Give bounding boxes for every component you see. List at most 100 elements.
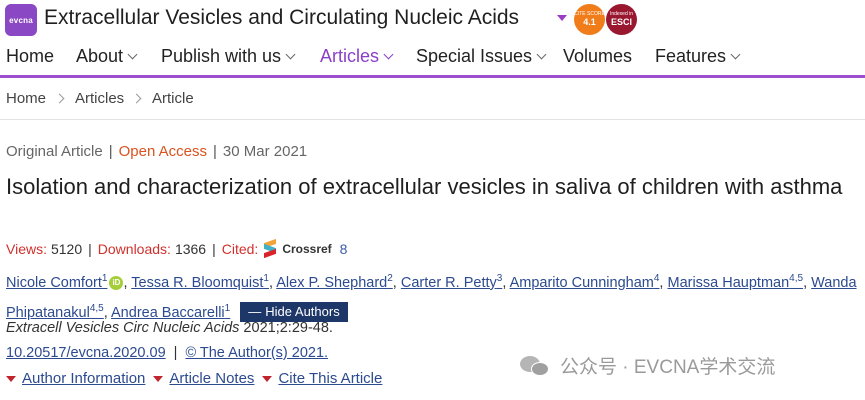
chevron-down-icon	[127, 49, 138, 60]
nav-label: Features	[655, 46, 727, 66]
doi-link[interactable]: 10.20517/evcna.2020.09	[6, 345, 166, 361]
journal-logo[interactable]: evcna	[5, 4, 37, 36]
orcid-icon[interactable]: iD	[109, 275, 124, 290]
chevron-down-icon	[285, 49, 296, 60]
affiliation-sup: 3	[496, 273, 503, 284]
cited-count[interactable]: 8	[340, 241, 348, 257]
nav-articles[interactable]: Articles	[320, 46, 394, 67]
breadcrumb-articles[interactable]: Articles	[75, 90, 124, 107]
affiliation-sup: 2	[387, 273, 393, 284]
main-nav: Home About Publish with us Articles Spec…	[0, 42, 865, 78]
esci-badge[interactable]: Indexed in ESCI	[606, 4, 637, 35]
chevron-down-icon	[536, 49, 547, 60]
badge-value: 4.1	[583, 17, 596, 27]
article-stats: Views: 5120 | Downloads: 1366 | Cited: C…	[6, 238, 348, 259]
author-link[interactable]: Amparito Cunningham4	[509, 273, 660, 291]
badge-value: ESCI	[610, 17, 632, 27]
downloads-label: Downloads:	[97, 241, 171, 257]
journal-dropdown-icon[interactable]	[557, 15, 567, 21]
hide-authors-button[interactable]: — Hide Authors	[240, 301, 348, 322]
chevron-down-icon	[730, 49, 741, 60]
nav-label: Special Issues	[416, 46, 533, 66]
article-meta: Original Article | Open Access | 30 Mar 2021	[6, 143, 307, 160]
article-notes-toggle[interactable]: Article Notes	[153, 370, 254, 387]
nav-label: Publish with us	[161, 46, 282, 66]
nav-publish[interactable]: Publish with us	[161, 46, 296, 67]
nav-volumes[interactable]: Volumes	[563, 46, 632, 67]
caret-down-icon	[6, 375, 16, 382]
affiliation-sup: 4	[653, 273, 660, 284]
affiliation-sup: 1	[101, 273, 108, 284]
caret-down-icon	[262, 375, 273, 382]
author-list: Nicole Comfort1 iD, Tessa R. Bloomquist1,…	[6, 273, 857, 322]
affiliation-sup: 1	[224, 302, 231, 314]
top-bar: evcna Extracellular Vesicles and Circula…	[0, 0, 865, 40]
chevron-right-icon	[131, 93, 142, 104]
author-link[interactable]: Tessa R. Bloomquist1	[131, 273, 269, 291]
author-link[interactable]: Marissa Hauptman4,5	[667, 273, 804, 291]
affiliation-sup: 1	[263, 273, 269, 284]
author-name: Tessa R. Bloomquist	[131, 274, 264, 291]
nav-label: Articles	[320, 46, 380, 66]
nav-special-issues[interactable]: Special Issues	[416, 46, 547, 67]
citation-line: Extracell Vesicles Circ Nucleic Acids 20…	[6, 320, 333, 336]
nav-home[interactable]: Home	[6, 46, 54, 67]
author-name: Marissa Hauptman	[667, 274, 790, 291]
logo-text: evcna	[9, 15, 33, 25]
watermark-text: 公众号 · EVCNA学术交流	[560, 357, 776, 378]
wechat-icon	[520, 354, 550, 378]
views-count: 5120	[50, 241, 83, 257]
publish-date: 30 Mar 2021	[222, 143, 308, 160]
crossref-link[interactable]: Crossref	[264, 238, 332, 259]
section-label: Article Notes	[169, 370, 255, 387]
citescore-badge[interactable]: CITE SCORE 4.1	[574, 4, 605, 35]
section-label: Author Information	[22, 370, 146, 387]
author-information-toggle[interactable]: Author Information	[6, 370, 145, 387]
open-access-label: Open Access	[118, 143, 207, 160]
copyright-link[interactable]: © The Author(s) 2021.	[185, 345, 328, 361]
nav-label: About	[76, 46, 124, 66]
author-link[interactable]: Alex P. Shephard2	[276, 273, 393, 291]
separator: |	[88, 241, 92, 257]
separator: |	[108, 143, 113, 160]
author-name: Carter R. Petty	[400, 274, 497, 291]
doi-line: 10.20517/evcna.2020.09 | © The Author(s) 2…	[6, 345, 328, 361]
author-name: Andrea Baccarelli	[111, 304, 225, 321]
nav-label: Home	[6, 46, 55, 66]
crossref-label: Crossref	[282, 242, 332, 256]
section-label: Cite This Article	[278, 370, 383, 387]
author-name: Amparito Cunningham	[509, 274, 654, 291]
hide-authors-label: Hide Authors	[265, 303, 340, 319]
article-sections: Author Information Article Notes Cite Th…	[6, 370, 390, 387]
separator: |	[213, 143, 217, 160]
nav-features[interactable]: Features	[655, 46, 741, 67]
views-label: Views:	[6, 241, 47, 257]
downloads-count: 1366	[174, 241, 207, 257]
crossref-icon	[264, 238, 278, 259]
chevron-down-icon	[383, 49, 394, 60]
wechat-watermark: 公众号 · EVCNA学术交流	[520, 352, 775, 379]
separator: |	[212, 241, 216, 257]
article-title: Isolation and characterization of extrac…	[6, 174, 843, 199]
cite-this-article-toggle[interactable]: Cite This Article	[262, 370, 382, 387]
author-name: Nicole Comfort	[6, 274, 102, 291]
separator: |	[173, 345, 178, 361]
nav-about[interactable]: About	[76, 46, 138, 67]
author-link[interactable]: Nicole Comfort1	[6, 273, 108, 291]
chevron-right-icon	[54, 93, 65, 104]
breadcrumb: Home Articles Article	[0, 78, 865, 120]
article-type: Original Article	[6, 143, 103, 160]
author-name: Alex P. Shephard	[276, 274, 388, 291]
breadcrumb-home[interactable]: Home	[6, 90, 46, 107]
journal-abbreviation: Extracell Vesicles Circ Nucleic Acids	[6, 320, 240, 336]
nav-label: Volumes	[563, 46, 633, 66]
affiliation-sup: 4,5	[89, 302, 104, 314]
citation-details: 2021;2:29-48.	[239, 320, 333, 336]
cited-label: Cited:	[221, 241, 259, 257]
breadcrumb-article: Article	[152, 90, 194, 107]
author-link[interactable]: Carter R. Petty3	[400, 273, 503, 291]
author-link[interactable]: Andrea Baccarelli1	[111, 302, 231, 321]
journal-title[interactable]: Extracellular Vesicles and Circulating N…	[44, 6, 519, 30]
minus-icon: —	[248, 303, 262, 319]
affiliation-sup: 4,5	[789, 273, 804, 284]
